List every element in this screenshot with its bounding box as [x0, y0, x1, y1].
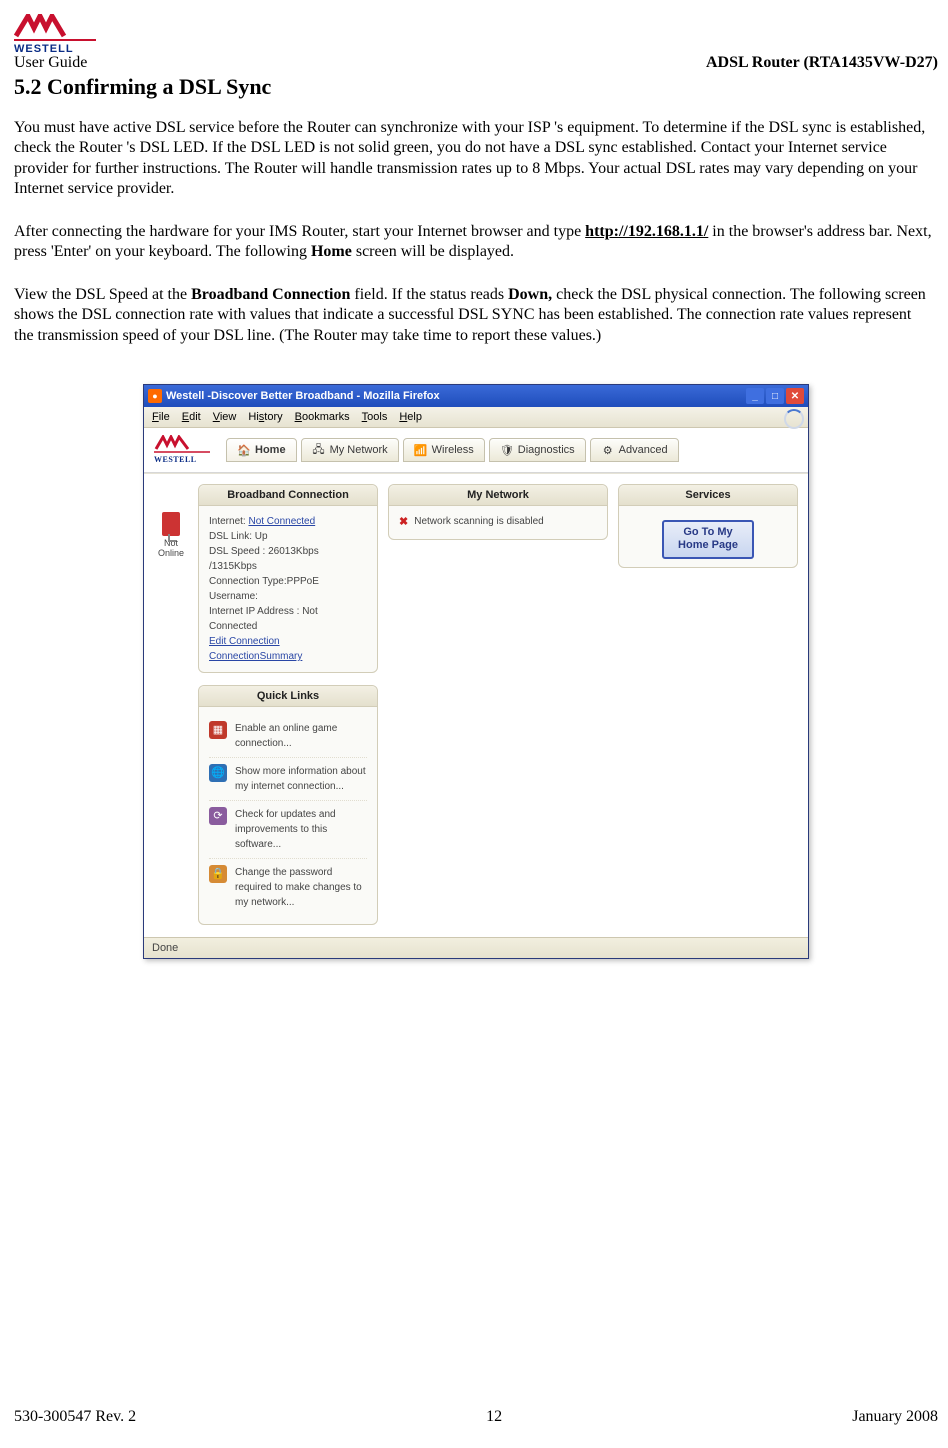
user-guide-label: User Guide — [14, 54, 87, 72]
main-tabs: 🏠 Home 🖧 My Network 📶 Wireless 🛡 Diagnos… — [226, 438, 679, 462]
home-icon: 🏠 — [237, 443, 251, 457]
svg-text:WESTELL: WESTELL — [154, 455, 197, 464]
bb-username: Username: — [209, 589, 367, 604]
broadband-panel: Broadband Connection Internet: Not Conne… — [198, 484, 378, 673]
section-title: 5.2 Confirming a DSL Sync — [14, 74, 938, 100]
my-network-panel: My Network ✖ Network scanning is disable… — [388, 484, 608, 540]
lock-icon: 🔒 — [209, 865, 227, 883]
menu-file[interactable]: File — [152, 411, 170, 423]
ql-item-password[interactable]: 🔒 Change the password required to make c… — [209, 859, 367, 916]
tab-advanced-label: Advanced — [619, 444, 668, 456]
throbber-icon — [784, 409, 804, 429]
westell-logo-small: WESTELL — [152, 434, 212, 466]
update-icon: ⟳ — [209, 807, 227, 825]
bb-internet: Internet: Not Connected — [209, 514, 367, 529]
wireless-icon: 📶 — [414, 443, 428, 457]
ql-item-updates[interactable]: ⟳ Check for updates and improvements to … — [209, 801, 367, 859]
content-row: Not Online Broadband Connection Internet… — [144, 473, 808, 937]
ql-label-0: Enable an online game connection... — [235, 721, 367, 751]
para3-pre: View the DSL Speed at the — [14, 286, 191, 303]
go-home-l1: Go To My — [678, 526, 738, 539]
tab-my-network[interactable]: 🖧 My Network — [301, 438, 399, 462]
window-maximize-button[interactable]: □ — [766, 388, 784, 404]
tab-wireless-label: Wireless — [432, 444, 474, 456]
status-not-online: Not Online — [154, 512, 188, 558]
router-url-link[interactable]: http://192.168.1.1/ — [585, 223, 708, 240]
tab-diagnostics-label: Diagnostics — [518, 444, 575, 456]
ql-item-info[interactable]: 🌐 Show more information about my interne… — [209, 758, 367, 801]
westell-logo-icon: WESTELL — [14, 14, 96, 56]
footer-center: 12 — [486, 1408, 502, 1426]
window-minimize-button[interactable]: _ — [746, 388, 764, 404]
screenshot-container: ● Westell -Discover Better Broadband - M… — [14, 384, 938, 959]
game-icon: ▦ — [209, 721, 227, 739]
window-title: Westell -Discover Better Broadband - Moz… — [166, 390, 440, 402]
bb-dsl-link: DSL Link: Up — [209, 529, 367, 544]
ql-label-3: Change the password required to make cha… — [235, 865, 367, 910]
broadband-header: Broadband Connection — [199, 485, 377, 506]
para-2: After connecting the hardware for your I… — [14, 222, 934, 263]
firefox-icon: ● — [148, 389, 162, 403]
tab-diagnostics[interactable]: 🛡 Diagnostics — [489, 438, 586, 462]
tab-advanced[interactable]: ⚙ Advanced — [590, 438, 679, 462]
menu-bookmarks[interactable]: Bookmarks — [295, 411, 350, 423]
ql-label-1: Show more information about my internet … — [235, 764, 367, 794]
footer-left: 530-300547 Rev. 2 — [14, 1408, 136, 1426]
para-3: View the DSL Speed at the Broadband Conn… — [14, 285, 934, 346]
status-text: Done — [152, 942, 178, 954]
ql-item-game[interactable]: ▦ Enable an online game connection... — [209, 715, 367, 758]
my-network-text: Network scanning is disabled — [414, 514, 544, 529]
tab-home[interactable]: 🏠 Home — [226, 438, 297, 462]
para3-b2: Down, — [508, 286, 552, 303]
tab-home-label: Home — [255, 444, 286, 456]
para3-mid: field. If the status reads — [350, 286, 508, 303]
services-panel: Services Go To My Home Page — [618, 484, 798, 567]
page-header: WESTELL 🏠 Home 🖧 My Network 📶 Wireless — [144, 428, 808, 473]
services-header: Services — [619, 485, 797, 506]
browser-menubar: File Edit View History Bookmarks Tools H… — [144, 407, 808, 428]
bb-conn-summary-link[interactable]: ConnectionSummary — [209, 651, 302, 662]
menu-tools[interactable]: Tools — [362, 411, 388, 423]
browser-statusbar: Done — [144, 937, 808, 958]
para2-pre: After connecting the hardware for your I… — [14, 223, 585, 240]
network-icon: 🖧 — [312, 443, 326, 457]
para2-post2: screen will be displayed. — [352, 243, 514, 260]
ql-label-2: Check for updates and improvements to th… — [235, 807, 367, 852]
para3-b1: Broadband Connection — [191, 286, 350, 303]
advanced-icon: ⚙ — [601, 443, 615, 457]
footer-right: January 2008 — [852, 1408, 938, 1426]
menu-view[interactable]: View — [213, 411, 237, 423]
window-titlebar: ● Westell -Discover Better Broadband - M… — [144, 385, 808, 407]
menu-edit[interactable]: Edit — [182, 411, 201, 423]
menu-help[interactable]: Help — [399, 411, 422, 423]
plug-icon — [162, 512, 180, 536]
bb-conn-type: Connection Type:PPPoE — [209, 574, 367, 589]
bb-internet-link[interactable]: Not Connected — [248, 516, 315, 527]
para2-bold: Home — [311, 243, 352, 260]
bb-edit-connection-link[interactable]: Edit Connection — [209, 636, 280, 647]
go-home-button[interactable]: Go To My Home Page — [662, 520, 754, 558]
tab-wireless[interactable]: 📶 Wireless — [403, 438, 485, 462]
quicklinks-panel: Quick Links ▦ Enable an online game conn… — [198, 685, 378, 925]
page-footer: 530-300547 Rev. 2 12 January 2008 — [14, 1408, 938, 1426]
bb-dsl-speed: DSL Speed : 26013Kbps /1315Kbps — [209, 544, 367, 574]
go-home-l2: Home Page — [678, 539, 738, 552]
firefox-window: ● Westell -Discover Better Broadband - M… — [143, 384, 809, 959]
bb-internet-label: Internet: — [209, 516, 248, 527]
x-icon: ✖ — [399, 514, 408, 531]
tab-mynetwork-label: My Network — [330, 444, 388, 456]
menu-history[interactable]: History — [248, 411, 282, 423]
diagnostics-icon: 🛡 — [500, 443, 514, 457]
model-label: ADSL Router (RTA1435VW-D27) — [706, 54, 938, 72]
brand-logo: WESTELL — [14, 14, 938, 56]
window-close-button[interactable]: ✕ — [786, 388, 804, 404]
globe-icon: 🌐 — [209, 764, 227, 782]
quicklinks-header: Quick Links — [199, 686, 377, 707]
my-network-header: My Network — [389, 485, 607, 506]
bb-ip: Internet IP Address : Not Connected — [209, 604, 367, 634]
para-1: You must have active DSL service before … — [14, 118, 934, 200]
